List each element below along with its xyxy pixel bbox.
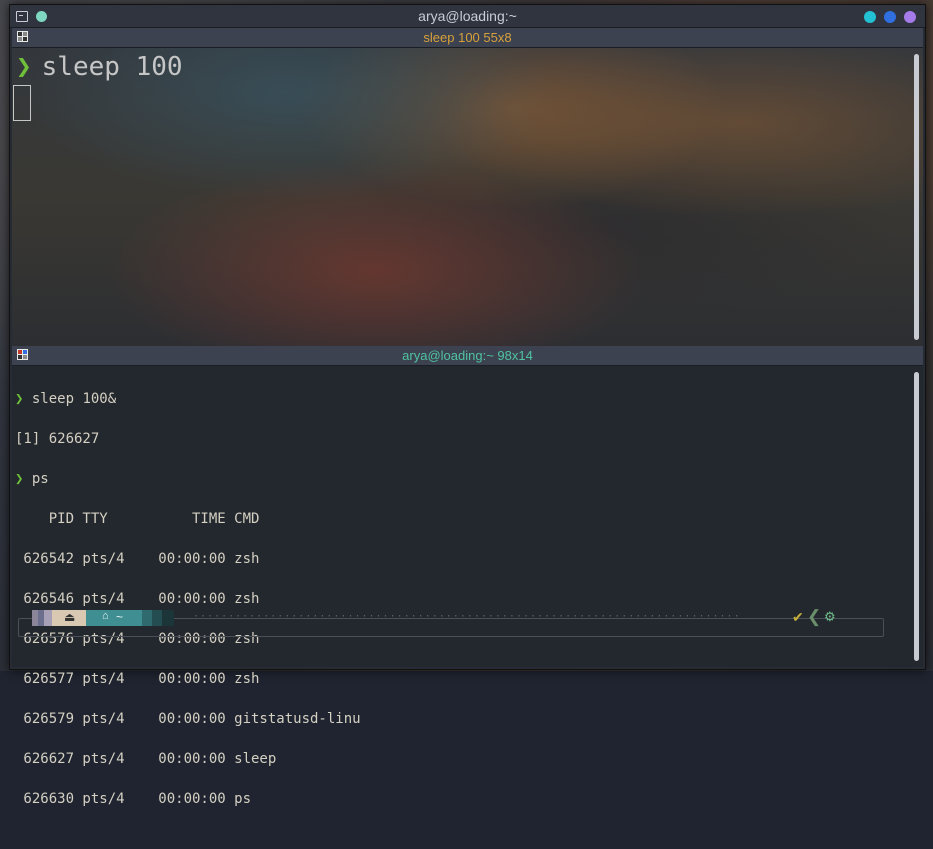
line-text: 626579 pts/4 00:00:00 gitstatusd-linu <box>15 711 361 727</box>
window-title: arya@loading:~ <box>418 8 517 24</box>
pane-header-bottom[interactable]: arya@loading:~ 98x14 <box>12 346 923 366</box>
terminal-line: [1] 626627 <box>15 429 361 449</box>
prompt-statusline: ⏏ ⌂ ~ ··································… <box>18 607 884 637</box>
statusline-segment <box>142 610 152 626</box>
window-titlebar[interactable]: arya@loading:~ <box>10 5 925 28</box>
gear-icon: ⚙ <box>824 609 836 624</box>
prompt-arrow: ❯ <box>16 52 32 82</box>
terminal-output-top[interactable]: ❯ sleep 100 <box>12 48 923 346</box>
pane-title-bottom: arya@loading:~ 98x14 <box>402 348 533 363</box>
os-segment: ⏏ <box>52 610 86 626</box>
line-text: 626546 pts/4 00:00:00 zsh <box>15 591 260 607</box>
ps-row: 626627 pts/4 00:00:00 sleep <box>15 749 361 769</box>
statusline-segment <box>44 610 52 626</box>
os-icon: ⏏ <box>64 610 76 624</box>
home-icon: ⌂ <box>102 610 109 622</box>
terminal-pane-bottom[interactable]: arya@loading:~ 98x14 ❯ sleep 100& [1] 62… <box>12 346 923 807</box>
ps-row: 626577 pts/4 00:00:00 zsh <box>15 669 361 689</box>
ps-row: 626546 pts/4 00:00:00 zsh <box>15 589 361 609</box>
line-text: ps <box>23 471 49 487</box>
terminal-text: ❯ sleep 100& [1] 626627 ❯ ps PID TTY TIM… <box>15 369 361 849</box>
ps-row: 626579 pts/4 00:00:00 gitstatusd-linu <box>15 709 361 729</box>
line-text: 626627 pts/4 00:00:00 sleep <box>15 751 277 767</box>
terminal-line: ❯ ps <box>15 469 361 489</box>
chevron-left-icon: ❮ <box>807 607 822 626</box>
minimize-button[interactable] <box>864 11 876 23</box>
success-check-icon: ✔ <box>792 609 804 625</box>
terminal-line: ❯ sleep 100& <box>15 389 361 409</box>
ps-header-row: PID TTY TIME CMD <box>15 509 361 529</box>
maximize-button[interactable] <box>884 11 896 23</box>
line-text: 626630 pts/4 00:00:00 ps <box>15 791 252 807</box>
pane-title-top: sleep 100 55x8 <box>423 30 512 45</box>
terminal-pane-top[interactable]: sleep 100 55x8 ❯ sleep 100 <box>12 28 923 346</box>
statusline-filler: ········································… <box>193 611 743 622</box>
command-text: sleep 100 <box>41 52 183 82</box>
line-text: 626577 pts/4 00:00:00 zsh <box>15 671 260 687</box>
line-text: 626542 pts/4 00:00:00 zsh <box>15 551 260 567</box>
ps-row: 626630 pts/4 00:00:00 ps <box>15 789 361 809</box>
text-cursor <box>13 85 31 121</box>
prompt-line-top: ❯ sleep 100 <box>16 52 183 82</box>
line-text: [1] 626627 <box>15 431 100 447</box>
scrollbar-top[interactable] <box>914 54 919 340</box>
terminal-output-bottom[interactable]: ❯ sleep 100& [1] 626627 ❯ ps PID TTY TIM… <box>12 366 923 807</box>
line-text: PID TTY TIME CMD <box>15 511 260 527</box>
dir-segment: ⌂ ~ <box>86 610 142 626</box>
terminal-window: arya@loading:~ sleep 100 55x8 ❯ sleep 100 <box>9 4 926 807</box>
pane-header-top[interactable]: sleep 100 55x8 <box>12 28 923 48</box>
ps-row: 626542 pts/4 00:00:00 zsh <box>15 549 361 569</box>
line-text: sleep 100& <box>23 391 117 407</box>
statusline-segment <box>152 610 162 626</box>
scrollbar-bottom[interactable] <box>914 372 919 661</box>
statusline-segment <box>162 610 174 626</box>
dir-label: ~ <box>116 610 124 624</box>
close-button[interactable] <box>904 11 916 23</box>
